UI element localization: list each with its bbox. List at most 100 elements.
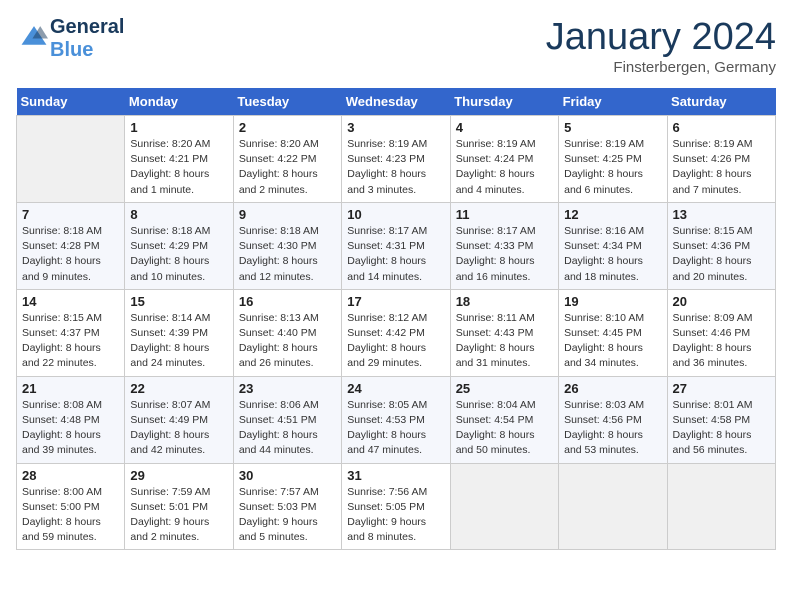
calendar-cell: 26Sunrise: 8:03 AM Sunset: 4:56 PM Dayli… <box>559 376 667 463</box>
calendar-cell <box>667 463 775 550</box>
day-number: 17 <box>347 294 444 309</box>
day-number: 27 <box>673 381 770 396</box>
day-number: 14 <box>22 294 119 309</box>
day-info: Sunrise: 8:12 AM Sunset: 4:42 PM Dayligh… <box>347 311 444 372</box>
day-info: Sunrise: 7:56 AM Sunset: 5:05 PM Dayligh… <box>347 485 444 546</box>
day-number: 23 <box>239 381 336 396</box>
calendar-cell: 22 Sunrise: 8:07 AM Sunset: 4:49 PM Dayli… <box>125 376 233 463</box>
calendar-cell: 8 Sunrise: 8:18 AM Sunset: 4:29 PM Daylig… <box>125 202 233 289</box>
day-number: 22 <box>130 381 227 396</box>
calendar-cell: 21Sunrise: 8:08 AM Sunset: 4:48 PM Dayli… <box>17 376 125 463</box>
title-block: January 2024 Finsterbergen, Germany <box>546 16 776 76</box>
day-number: 13 <box>673 207 770 222</box>
calendar-cell: 15 Sunrise: 8:14 AM Sunset: 4:39 PM Dayli… <box>125 289 233 376</box>
calendar-cell <box>450 463 558 550</box>
weekday-header-saturday: Saturday <box>667 88 775 116</box>
calendar-cell: 29 Sunrise: 7:59 AM Sunset: 5:01 PM Dayli… <box>125 463 233 550</box>
calendar-cell: 31 Sunrise: 7:56 AM Sunset: 5:05 PM Dayli… <box>342 463 450 550</box>
calendar-cell: 5 Sunrise: 8:19 AM Sunset: 4:25 PM Daylig… <box>559 116 667 203</box>
calendar-cell: 20 Sunrise: 8:09 AM Sunset: 4:46 PM Dayli… <box>667 289 775 376</box>
day-info: Sunrise: 8:15 AM Sunset: 4:36 PM Dayligh… <box>673 224 770 285</box>
day-number: 2 <box>239 120 336 135</box>
calendar-week-3: 14 Sunrise: 8:15 AM Sunset: 4:37 PM Dayli… <box>17 289 776 376</box>
calendar-cell <box>17 116 125 203</box>
calendar-cell: 9Sunrise: 8:18 AM Sunset: 4:30 PM Daylig… <box>233 202 341 289</box>
day-info: Sunrise: 8:18 AM Sunset: 4:30 PM Dayligh… <box>239 224 336 285</box>
day-number: 19 <box>564 294 661 309</box>
logo-line2: Blue <box>50 39 93 61</box>
day-info: Sunrise: 8:19 AM Sunset: 4:25 PM Dayligh… <box>564 137 661 198</box>
weekday-header-row: SundayMondayTuesdayWednesdayThursdayFrid… <box>17 88 776 116</box>
day-info: Sunrise: 8:05 AM Sunset: 4:53 PM Dayligh… <box>347 398 444 459</box>
day-number: 24 <box>347 381 444 396</box>
calendar-cell <box>559 463 667 550</box>
day-number: 3 <box>347 120 444 135</box>
day-info: Sunrise: 8:15 AM Sunset: 4:37 PM Dayligh… <box>22 311 119 372</box>
day-number: 30 <box>239 468 336 483</box>
calendar-cell: 27 Sunrise: 8:01 AM Sunset: 4:58 PM Dayli… <box>667 376 775 463</box>
day-info: Sunrise: 8:01 AM Sunset: 4:58 PM Dayligh… <box>673 398 770 459</box>
day-info: Sunrise: 8:11 AM Sunset: 4:43 PM Dayligh… <box>456 311 553 372</box>
calendar-cell: 18Sunrise: 8:11 AM Sunset: 4:43 PM Dayli… <box>450 289 558 376</box>
calendar-cell: 11Sunrise: 8:17 AM Sunset: 4:33 PM Dayli… <box>450 202 558 289</box>
calendar-week-5: 28Sunrise: 8:00 AM Sunset: 5:00 PM Dayli… <box>17 463 776 550</box>
day-number: 16 <box>239 294 336 309</box>
weekday-header-wednesday: Wednesday <box>342 88 450 116</box>
calendar-cell: 6 Sunrise: 8:19 AM Sunset: 4:26 PM Daylig… <box>667 116 775 203</box>
day-info: Sunrise: 8:16 AM Sunset: 4:34 PM Dayligh… <box>564 224 661 285</box>
calendar-cell: 13 Sunrise: 8:15 AM Sunset: 4:36 PM Dayli… <box>667 202 775 289</box>
calendar-cell: 3 Sunrise: 8:19 AM Sunset: 4:23 PM Daylig… <box>342 116 450 203</box>
location: Finsterbergen, Germany <box>546 59 776 76</box>
day-info: Sunrise: 8:00 AM Sunset: 5:00 PM Dayligh… <box>22 485 119 546</box>
day-number: 4 <box>456 120 553 135</box>
day-number: 15 <box>130 294 227 309</box>
day-info: Sunrise: 7:57 AM Sunset: 5:03 PM Dayligh… <box>239 485 336 546</box>
calendar-cell: 25 Sunrise: 8:04 AM Sunset: 4:54 PM Dayli… <box>450 376 558 463</box>
day-info: Sunrise: 8:14 AM Sunset: 4:39 PM Dayligh… <box>130 311 227 372</box>
day-info: Sunrise: 8:09 AM Sunset: 4:46 PM Dayligh… <box>673 311 770 372</box>
day-info: Sunrise: 8:19 AM Sunset: 4:24 PM Dayligh… <box>456 137 553 198</box>
calendar-week-4: 21Sunrise: 8:08 AM Sunset: 4:48 PM Dayli… <box>17 376 776 463</box>
day-number: 5 <box>564 120 661 135</box>
calendar-cell: 2 Sunrise: 8:20 AM Sunset: 4:22 PM Daylig… <box>233 116 341 203</box>
day-number: 11 <box>456 207 553 222</box>
day-info: Sunrise: 8:04 AM Sunset: 4:54 PM Dayligh… <box>456 398 553 459</box>
day-number: 25 <box>456 381 553 396</box>
calendar-cell: 14 Sunrise: 8:15 AM Sunset: 4:37 PM Dayli… <box>17 289 125 376</box>
calendar-week-1: 1Sunrise: 8:20 AM Sunset: 4:21 PM Daylig… <box>17 116 776 203</box>
day-info: Sunrise: 7:59 AM Sunset: 5:01 PM Dayligh… <box>130 485 227 546</box>
day-info: Sunrise: 8:20 AM Sunset: 4:22 PM Dayligh… <box>239 137 336 198</box>
day-info: Sunrise: 8:19 AM Sunset: 4:26 PM Dayligh… <box>673 137 770 198</box>
day-number: 8 <box>130 207 227 222</box>
calendar-cell: 24 Sunrise: 8:05 AM Sunset: 4:53 PM Dayli… <box>342 376 450 463</box>
day-info: Sunrise: 8:10 AM Sunset: 4:45 PM Dayligh… <box>564 311 661 372</box>
day-number: 12 <box>564 207 661 222</box>
day-number: 31 <box>347 468 444 483</box>
day-number: 7 <box>22 207 119 222</box>
day-info: Sunrise: 8:17 AM Sunset: 4:31 PM Dayligh… <box>347 224 444 285</box>
day-info: Sunrise: 8:13 AM Sunset: 4:40 PM Dayligh… <box>239 311 336 372</box>
logo: General Blue <box>16 16 124 62</box>
month-title: January 2024 <box>546 16 776 59</box>
day-info: Sunrise: 8:18 AM Sunset: 4:28 PM Dayligh… <box>22 224 119 285</box>
day-info: Sunrise: 8:07 AM Sunset: 4:49 PM Dayligh… <box>130 398 227 459</box>
calendar-cell: 7 Sunrise: 8:18 AM Sunset: 4:28 PM Daylig… <box>17 202 125 289</box>
calendar-cell: 1Sunrise: 8:20 AM Sunset: 4:21 PM Daylig… <box>125 116 233 203</box>
day-info: Sunrise: 8:19 AM Sunset: 4:23 PM Dayligh… <box>347 137 444 198</box>
weekday-header-monday: Monday <box>125 88 233 116</box>
weekday-header-friday: Friday <box>559 88 667 116</box>
day-number: 29 <box>130 468 227 483</box>
day-number: 20 <box>673 294 770 309</box>
calendar-cell: 10 Sunrise: 8:17 AM Sunset: 4:31 PM Dayli… <box>342 202 450 289</box>
calendar-week-2: 7 Sunrise: 8:18 AM Sunset: 4:28 PM Daylig… <box>17 202 776 289</box>
day-info: Sunrise: 8:03 AM Sunset: 4:56 PM Dayligh… <box>564 398 661 459</box>
day-info: Sunrise: 8:18 AM Sunset: 4:29 PM Dayligh… <box>130 224 227 285</box>
day-number: 10 <box>347 207 444 222</box>
calendar-cell: 17 Sunrise: 8:12 AM Sunset: 4:42 PM Dayli… <box>342 289 450 376</box>
calendar-cell: 23 Sunrise: 8:06 AM Sunset: 4:51 PM Dayli… <box>233 376 341 463</box>
day-info: Sunrise: 8:08 AM Sunset: 4:48 PM Dayligh… <box>22 398 119 459</box>
day-info: Sunrise: 8:06 AM Sunset: 4:51 PM Dayligh… <box>239 398 336 459</box>
day-number: 6 <box>673 120 770 135</box>
calendar-cell: 28Sunrise: 8:00 AM Sunset: 5:00 PM Dayli… <box>17 463 125 550</box>
calendar-cell: 4 Sunrise: 8:19 AM Sunset: 4:24 PM Daylig… <box>450 116 558 203</box>
